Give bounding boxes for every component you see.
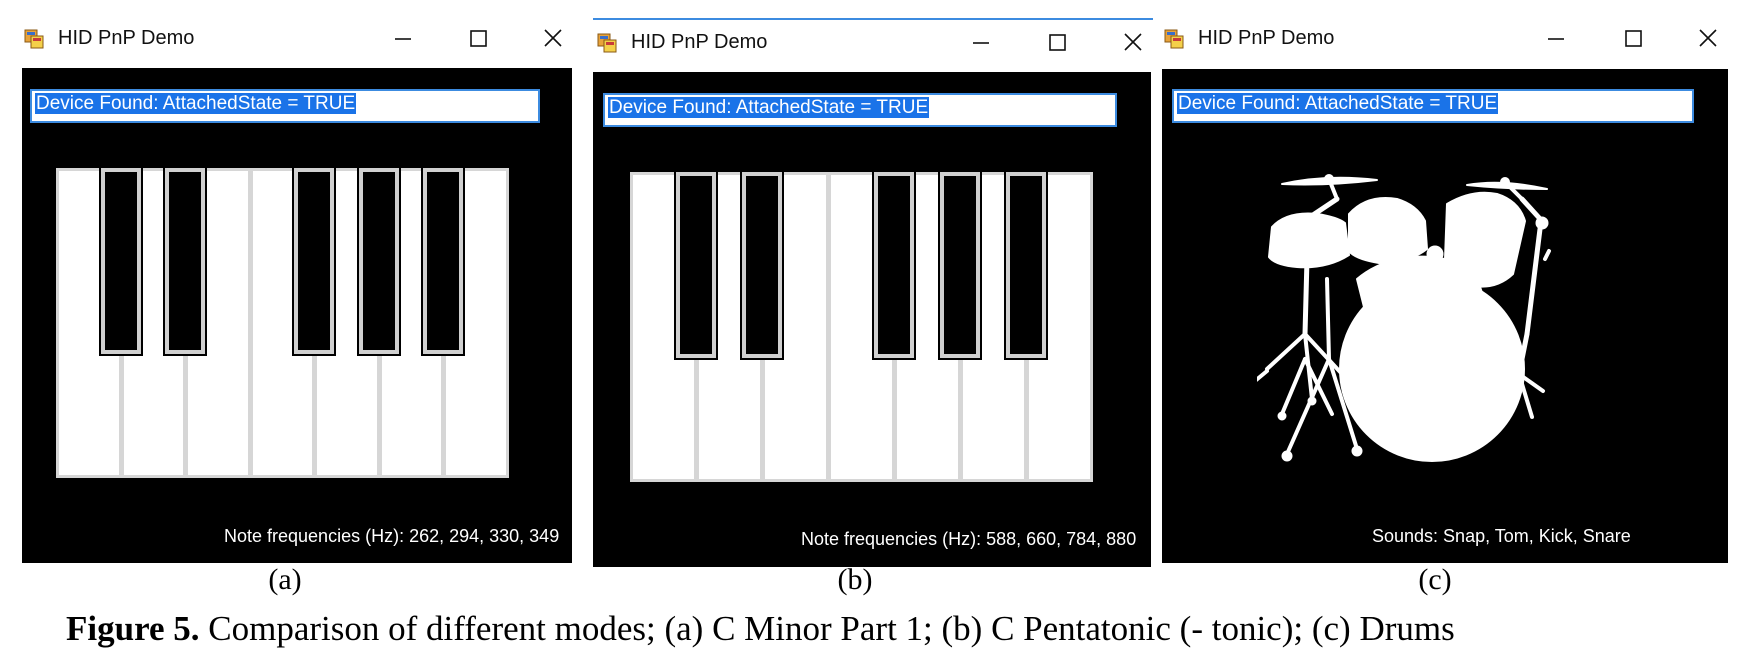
black-key[interactable] [292,166,337,356]
app-window-icon [1164,29,1184,49]
black-key[interactable] [937,170,983,360]
device-status-field[interactable]: Device Found: AttachedState = TRUE [603,93,1117,127]
sounds-text: Sounds: Snap, Tom, Kick, Snare [1372,526,1631,546]
minimize-button[interactable] [1538,20,1574,56]
piano-keyboard [56,166,509,478]
window-title: HID PnP Demo [1198,27,1335,49]
maximize-icon [1049,34,1066,51]
minimize-button[interactable] [385,20,421,56]
window-title: HID PnP Demo [631,31,768,53]
black-key[interactable] [673,170,719,360]
device-status-text: Device Found: AttachedState = TRUE [608,97,930,118]
drum-kit-icon [1257,174,1551,462]
note-frequencies-text: Note frequencies (Hz): 588, 660, 784, 88… [801,529,1137,549]
title-bar[interactable]: HID PnP Demo [20,18,576,58]
device-status-text: Device Found: AttachedState = TRUE [1177,93,1499,114]
client-area: Device Found: AttachedState = TRUE Sound… [1162,69,1728,563]
active-window-accent-line [593,18,1153,20]
title-bar[interactable]: HID PnP Demo [1160,18,1736,58]
piano-keyboard [630,170,1093,482]
maximize-button[interactable] [1615,20,1651,56]
minimize-button[interactable] [963,24,999,60]
close-icon [1699,29,1717,47]
title-bar[interactable]: HID PnP Demo [593,22,1153,62]
minimize-icon [1548,38,1564,40]
maximize-button[interactable] [1039,24,1075,60]
black-key[interactable] [871,170,917,360]
window-a: HID PnP Demo Device Found: AttachedState… [20,18,576,566]
sublabel-c: (c) [1418,563,1452,596]
maximize-button[interactable] [460,20,496,56]
close-button[interactable] [1690,20,1726,56]
window-c: HID PnP Demo Device Found: AttachedState… [1160,18,1736,566]
maximize-icon [470,30,487,47]
sublabel-a: (a) [268,563,302,596]
client-area: Device Found: AttachedState = TRUE Note … [22,68,572,563]
client-area: Device Found: AttachedState = TRUE Note … [593,72,1151,567]
window-title: HID PnP Demo [58,27,195,49]
black-key[interactable] [98,166,143,356]
note-frequencies-text: Note frequencies (Hz): 262, 294, 330, 34… [224,526,560,546]
figure-caption-label: Figure 5. [66,609,200,648]
black-key[interactable] [356,166,401,356]
app-window-icon [597,33,617,53]
minimize-icon [395,38,411,40]
close-icon [544,29,562,47]
app-window-icon [24,29,44,49]
minimize-icon [973,42,989,44]
close-icon [1124,33,1142,51]
maximize-icon [1625,30,1642,47]
figure-caption-text: Comparison of different modes; (a) C Min… [199,609,1455,648]
device-status-text: Device Found: AttachedState = TRUE [35,93,357,114]
black-key[interactable] [739,170,785,360]
figure-caption: Figure 5. Comparison of different modes;… [66,609,1455,649]
black-key[interactable] [1003,170,1049,360]
close-button[interactable] [1115,24,1151,60]
black-key[interactable] [421,166,466,356]
black-key[interactable] [163,166,208,356]
sublabel-b: (b) [837,563,873,596]
close-button[interactable] [535,20,571,56]
window-b: HID PnP Demo Device Found: AttachedState… [593,22,1153,570]
device-status-field[interactable]: Device Found: AttachedState = TRUE [30,89,540,123]
device-status-field[interactable]: Device Found: AttachedState = TRUE [1172,89,1694,123]
